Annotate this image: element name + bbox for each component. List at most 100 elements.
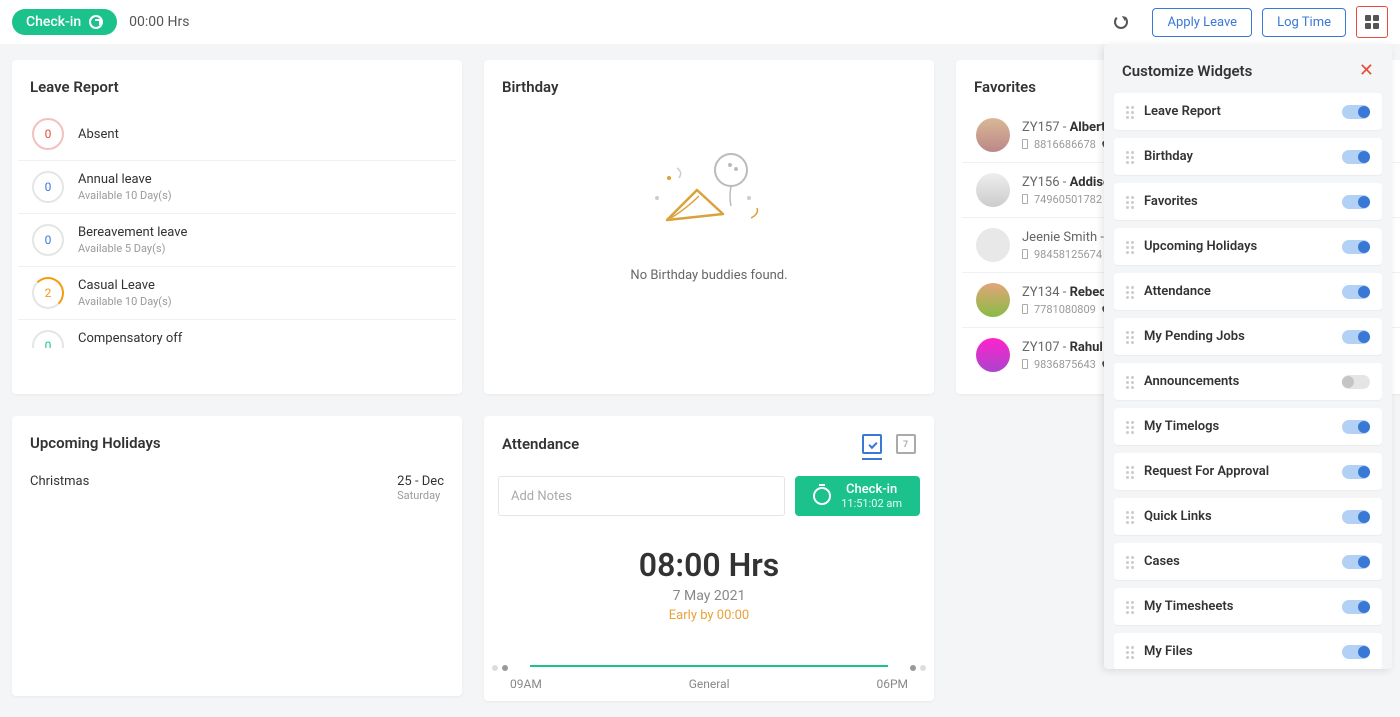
drag-handle-icon[interactable] — [1126, 376, 1134, 388]
attendance-date: 7 May 2021 — [484, 588, 934, 604]
widget-label: Announcements — [1144, 374, 1342, 389]
customize-widgets-panel: Customize Widgets ✕ Leave Report Birthda… — [1104, 44, 1392, 669]
attendance-card: Attendance 7 Check-in 11:51:02 am 08:00 … — [484, 416, 934, 701]
widget-row: Quick Links — [1114, 498, 1382, 535]
widget-label: Birthday — [1144, 149, 1342, 164]
refresh-icon[interactable] — [1114, 15, 1128, 29]
leave-row[interactable]: 2 Casual Leave Available 10 Day(s) — [18, 266, 456, 319]
widget-label: Upcoming Holidays — [1144, 239, 1342, 254]
widget-label: My Timesheets — [1144, 599, 1342, 614]
attendance-week-view[interactable]: 7 — [896, 434, 916, 454]
leave-count-ring: 2 — [32, 277, 64, 309]
drag-handle-icon[interactable] — [1126, 331, 1134, 343]
widget-toggle[interactable] — [1342, 375, 1370, 389]
mobile-icon — [1022, 359, 1028, 369]
leave-list[interactable]: 0 Absent 0 Annual leave Available 10 Day… — [12, 108, 462, 348]
leave-row[interactable]: 0 Absent — [18, 108, 456, 160]
leave-count-ring: 0 — [32, 171, 64, 203]
widget-list: Leave Report Birthday Favorites Upcoming… — [1114, 93, 1382, 669]
widget-row: My Files — [1114, 633, 1382, 669]
drag-handle-icon[interactable] — [1126, 511, 1134, 523]
drag-handle-icon[interactable] — [1126, 151, 1134, 163]
attendance-checkin-button[interactable]: Check-in 11:51:02 am — [795, 476, 920, 516]
attendance-hours: 08:00 Hrs — [484, 546, 934, 584]
attendance-day-view[interactable] — [862, 434, 882, 454]
checkin-label: Check-in — [841, 482, 902, 497]
clock-icon — [89, 15, 103, 29]
card-title: Leave Report — [12, 60, 462, 108]
widget-label: Leave Report — [1144, 104, 1342, 119]
drag-handle-icon[interactable] — [1126, 421, 1134, 433]
widget-toggle[interactable] — [1342, 555, 1370, 569]
drag-handle-icon[interactable] — [1126, 106, 1134, 118]
leave-name: Bereavement leave — [78, 225, 187, 240]
widget-label: My Timelogs — [1144, 419, 1342, 434]
widget-row: Announcements — [1114, 363, 1382, 400]
close-icon[interactable]: ✕ — [1359, 60, 1374, 81]
customize-widgets-button[interactable] — [1356, 6, 1388, 38]
widget-label: Attendance — [1144, 284, 1342, 299]
drag-handle-icon[interactable] — [1126, 646, 1134, 658]
leave-row[interactable]: 0 Bereavement leave Available 5 Day(s) — [18, 213, 456, 266]
leave-name: Absent — [78, 127, 119, 142]
widget-label: Quick Links — [1144, 509, 1342, 524]
drag-handle-icon[interactable] — [1126, 286, 1134, 298]
widget-toggle[interactable] — [1342, 105, 1370, 119]
widget-toggle[interactable] — [1342, 285, 1370, 299]
leave-name: Annual leave — [78, 172, 172, 187]
holidays-card: Upcoming Holidays Christmas 25 - Dec Sat… — [12, 416, 462, 696]
avatar — [976, 118, 1010, 152]
grid-icon — [1365, 15, 1379, 29]
checkin-button[interactable]: Check-in — [12, 9, 117, 35]
widget-row: My Timelogs — [1114, 408, 1382, 445]
widget-toggle[interactable] — [1342, 465, 1370, 479]
widget-toggle[interactable] — [1342, 240, 1370, 254]
apply-leave-button[interactable]: Apply Leave — [1152, 8, 1252, 37]
widget-row: Leave Report — [1114, 93, 1382, 130]
leave-count-ring: 0 — [32, 224, 64, 256]
attendance-notes-input[interactable] — [498, 476, 785, 516]
avatar — [976, 283, 1010, 317]
widget-toggle[interactable] — [1342, 645, 1370, 659]
log-time-button[interactable]: Log Time — [1262, 8, 1346, 37]
drag-handle-icon[interactable] — [1126, 556, 1134, 568]
holiday-day: Saturday — [397, 489, 444, 502]
widget-label: My Pending Jobs — [1144, 329, 1342, 344]
leave-name: Compensatory off — [78, 331, 182, 346]
widget-toggle[interactable] — [1342, 330, 1370, 344]
leave-available: Available 10 Day(s) — [78, 189, 172, 202]
widget-row: Cases — [1114, 543, 1382, 580]
party-illustration — [649, 148, 769, 248]
leave-name: Casual Leave — [78, 278, 172, 293]
stopwatch-icon — [813, 487, 831, 505]
card-title: Attendance — [502, 435, 579, 453]
drag-handle-icon[interactable] — [1126, 196, 1134, 208]
drag-handle-icon[interactable] — [1126, 601, 1134, 613]
widget-toggle[interactable] — [1342, 195, 1370, 209]
leave-count-ring: 0 — [32, 118, 64, 150]
leave-count-ring: 0 — [32, 330, 64, 348]
attendance-early: Early by 00:00 — [484, 608, 934, 623]
hours-counter: 00:00 Hrs — [129, 14, 189, 30]
holiday-name: Christmas — [30, 474, 89, 502]
leave-row[interactable]: 0 Annual leave Available 10 Day(s) — [18, 160, 456, 213]
mobile-icon — [1022, 249, 1028, 259]
avatar — [976, 338, 1010, 372]
widget-row: Upcoming Holidays — [1114, 228, 1382, 265]
timeline-start: 09AM — [510, 677, 542, 691]
widget-toggle[interactable] — [1342, 150, 1370, 164]
holiday-date: 25 - Dec — [397, 474, 444, 489]
drag-handle-icon[interactable] — [1126, 466, 1134, 478]
leave-available: Available 5 Day(s) — [78, 242, 187, 255]
checkin-time: 11:51:02 am — [841, 497, 902, 510]
widget-toggle[interactable] — [1342, 600, 1370, 614]
mobile-icon — [1022, 304, 1028, 314]
leave-available: Available 10 Day(s) — [78, 295, 172, 308]
widget-toggle[interactable] — [1342, 510, 1370, 524]
widget-row: Birthday — [1114, 138, 1382, 175]
leave-row[interactable]: 0 Compensatory off Available 0 Day(s) — [18, 319, 456, 348]
widget-toggle[interactable] — [1342, 420, 1370, 434]
drag-handle-icon[interactable] — [1126, 241, 1134, 253]
widget-label: My Files — [1144, 644, 1342, 659]
mobile-icon — [1022, 139, 1028, 149]
